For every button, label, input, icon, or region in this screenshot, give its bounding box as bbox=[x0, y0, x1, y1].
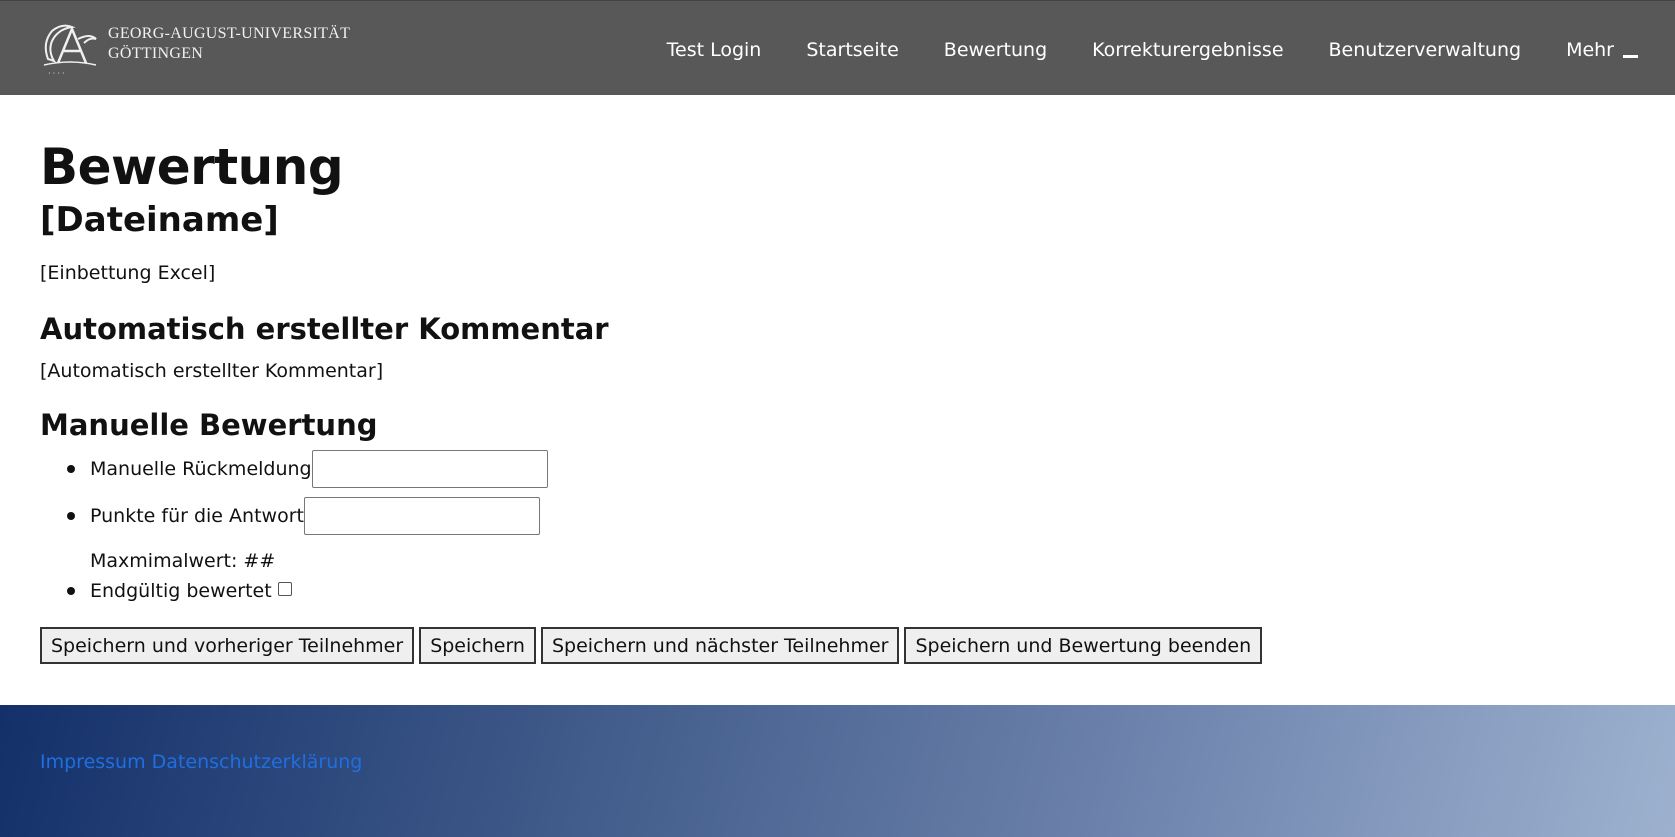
save-prev-button[interactable]: Speichern und vorheriger Teilnehmer bbox=[40, 627, 415, 664]
university-name: GEORG-AUGUST-UNIVERSITÄT GÖTTINGEN bbox=[108, 24, 350, 64]
university-logo[interactable]: · · · · GEORG-AUGUST-UNIVERSITÄT GÖTTING… bbox=[38, 19, 350, 79]
action-buttons: Speichern und vorheriger Teilnehmer Spei… bbox=[40, 627, 1267, 664]
feedback-label: Manuelle Rückmeldung bbox=[90, 458, 312, 480]
final-label: Endgültig bewertet bbox=[90, 580, 272, 602]
footer-links: Impressum Datenschutzerklärung bbox=[40, 751, 362, 773]
university-seal-icon: · · · · bbox=[43, 24, 97, 78]
max-value-note: Maxmimalwert: ## bbox=[90, 550, 276, 572]
points-label: Punkte für die Antwort bbox=[90, 505, 304, 527]
page-title: Bewertung bbox=[40, 138, 344, 196]
page-header: Bewertung [Dateiname] bbox=[40, 137, 1640, 243]
save-next-button[interactable]: Speichern und nächster Teilnehmer bbox=[540, 627, 900, 664]
svg-text:· · · ·: · · · · bbox=[48, 69, 65, 78]
page-footer: Impressum Datenschutzerklärung bbox=[0, 705, 1675, 837]
caret-icon bbox=[1623, 54, 1638, 58]
nav-benutzerverwaltung[interactable]: Benutzerverwaltung bbox=[1329, 39, 1522, 61]
manual-grading-heading: Manuelle Bewertung bbox=[40, 408, 378, 442]
list-item-points: Punkte für die Antwort bbox=[40, 497, 548, 535]
final-graded-checkbox[interactable] bbox=[277, 582, 292, 596]
nav-startseite[interactable]: Startseite bbox=[806, 39, 898, 61]
privacy-link[interactable]: Datenschutzerklärung bbox=[152, 751, 363, 773]
top-navbar: · · · · GEORG-AUGUST-UNIVERSITÄT GÖTTING… bbox=[0, 0, 1675, 95]
nav-korrekturergebnisse[interactable]: Korrekturergebnisse bbox=[1092, 39, 1283, 61]
nav-mehr-label: Mehr bbox=[1566, 39, 1614, 61]
bullet bbox=[67, 512, 75, 520]
nav-test-login[interactable]: Test Login bbox=[667, 39, 762, 61]
logo-line-1: GEORG-AUGUST-UNIVERSITÄT bbox=[108, 25, 351, 42]
points-input[interactable] bbox=[303, 497, 540, 535]
logo-line-2: GÖTTINGEN bbox=[108, 45, 204, 62]
auto-comment-heading: Automatisch erstellter Kommentar bbox=[40, 312, 609, 346]
auto-comment-text: [Automatisch erstellter Kommentar] bbox=[40, 360, 384, 382]
save-finish-button[interactable]: Speichern und Bewertung beenden bbox=[904, 627, 1263, 664]
manual-grading-list: Manuelle Rückmeldung Punkte für die Antw… bbox=[40, 450, 548, 605]
list-item-feedback: Manuelle Rückmeldung bbox=[40, 450, 548, 488]
file-name-heading: [Dateiname] bbox=[40, 200, 279, 240]
feedback-input[interactable] bbox=[311, 450, 548, 488]
nav-mehr-dropdown[interactable]: Mehr bbox=[1566, 39, 1638, 61]
bullet bbox=[67, 465, 75, 473]
nav-bewertung[interactable]: Bewertung bbox=[944, 39, 1047, 61]
impressum-link[interactable]: Impressum bbox=[40, 751, 146, 773]
bullet bbox=[67, 587, 75, 595]
excel-embed-placeholder: [Einbettung Excel] bbox=[40, 262, 216, 284]
save-button[interactable]: Speichern bbox=[419, 627, 536, 664]
main-nav: Test Login Startseite Bewertung Korrektu… bbox=[667, 37, 1638, 63]
list-item-final: Endgültig bewertet bbox=[40, 577, 548, 605]
